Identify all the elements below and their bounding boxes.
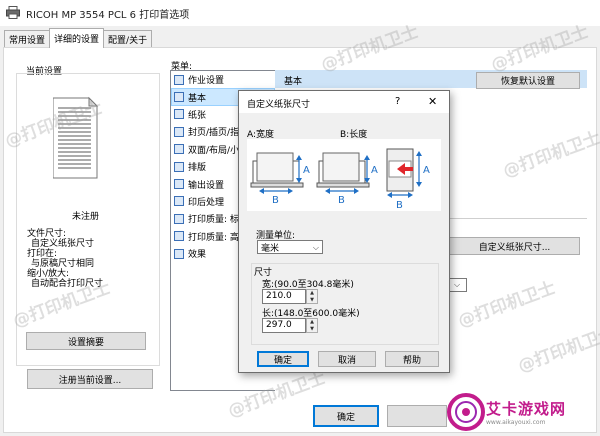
up-arrow-icon[interactable]: ▲ <box>310 290 314 296</box>
dropdown-fragment[interactable]: ⌵ <box>449 278 467 292</box>
length-stepper[interactable]: 297.0 ▲ ▼ <box>262 318 318 333</box>
settings-summary-button[interactable]: 设置摘要 <box>26 332 146 350</box>
cancel-button-partial[interactable] <box>387 405 447 427</box>
width-input[interactable]: 210.0 <box>262 289 306 304</box>
chevron-down-icon: ⌵ <box>454 280 461 289</box>
window-title: RICOH MP 3554 PCL 6 打印首选项 <box>26 10 190 21</box>
dialog-ok-button[interactable]: 确定 <box>257 351 309 367</box>
document-preview-icon <box>53 96 99 179</box>
dialog-help-button[interactable]: 帮助 <box>385 351 439 367</box>
layout-icon <box>174 161 184 172</box>
paper-feed-illustration: A B A B A B <box>247 139 441 211</box>
badge-logo-icon <box>447 393 485 431</box>
badge-url: www.aikayouxi.com <box>486 419 546 426</box>
width-spin-arrows[interactable]: ▲ ▼ <box>306 289 318 304</box>
effects-icon <box>174 248 184 259</box>
down-arrow-icon[interactable]: ▼ <box>310 297 314 303</box>
tab-config-about[interactable]: 配置/关于 <box>103 30 153 48</box>
svg-text:A: A <box>303 165 310 176</box>
custom-paper-size-button[interactable]: 自定义纸张尺寸... <box>449 237 580 255</box>
finishing-icon <box>174 196 184 207</box>
svg-text:B: B <box>272 195 279 206</box>
chevron-down-icon: ⌵ <box>312 243 319 252</box>
down-arrow-icon[interactable]: ▼ <box>310 326 314 332</box>
width-stepper[interactable]: 210.0 ▲ ▼ <box>262 289 318 304</box>
dialog-cancel-button[interactable]: 取消 <box>318 351 376 367</box>
restore-defaults-button[interactable]: 恢复默认设置 <box>476 72 580 89</box>
svg-text:A: A <box>371 165 378 176</box>
custom-paper-size-dialog: 自定义纸张尺寸 ? ✕ A:宽度 B:长度 A B A B A B 测量单位: … <box>238 90 450 373</box>
output-icon <box>174 179 184 190</box>
register-settings-button[interactable]: 注册当前设置... <box>27 369 153 389</box>
close-icon[interactable]: ✕ <box>428 95 437 108</box>
quality-high-icon <box>174 231 184 242</box>
basic-icon <box>174 92 184 103</box>
dialog-title: 自定义纸张尺寸 <box>247 100 311 110</box>
menu-item-job-settings[interactable]: 作业设置 <box>171 71 275 88</box>
svg-text:A: A <box>423 165 430 176</box>
paper-icon <box>174 109 184 120</box>
length-input[interactable]: 297.0 <box>262 318 306 333</box>
duplex-layout-icon <box>174 144 184 155</box>
ok-button[interactable]: 确定 <box>313 405 379 427</box>
up-arrow-icon[interactable]: ▲ <box>310 319 314 325</box>
tab-strip: 常用设置 详细的设置 配置/关于 <box>4 28 153 48</box>
help-icon[interactable]: ? <box>395 96 400 107</box>
tray-illustration-icon: A B A B A B <box>250 148 430 211</box>
tab-general[interactable]: 常用设置 <box>4 30 51 48</box>
unregistered-label: 未注册 <box>72 212 100 222</box>
svg-text:B: B <box>396 200 403 211</box>
site-badge: 艾卡游戏网 www.aikayouxi.com <box>446 388 596 432</box>
scale-value: 自动配合打印尺寸 <box>31 279 104 289</box>
cover-insert-icon <box>174 126 184 137</box>
badge-text: 艾卡游戏网 <box>486 400 567 418</box>
job-settings-icon <box>174 74 184 85</box>
dialog-title-bar: 自定义纸张尺寸 ? ✕ <box>239 91 449 113</box>
tab-detailed-settings[interactable]: 详细的设置 <box>49 28 105 48</box>
printer-icon <box>6 6 20 19</box>
title-bar: RICOH MP 3554 PCL 6 打印首选项 <box>0 0 600 26</box>
quality-standard-icon <box>174 213 184 224</box>
svg-text:B: B <box>338 195 345 206</box>
length-spin-arrows[interactable]: ▲ ▼ <box>306 318 318 333</box>
unit-select[interactable]: 毫米 ⌵ <box>257 240 323 254</box>
